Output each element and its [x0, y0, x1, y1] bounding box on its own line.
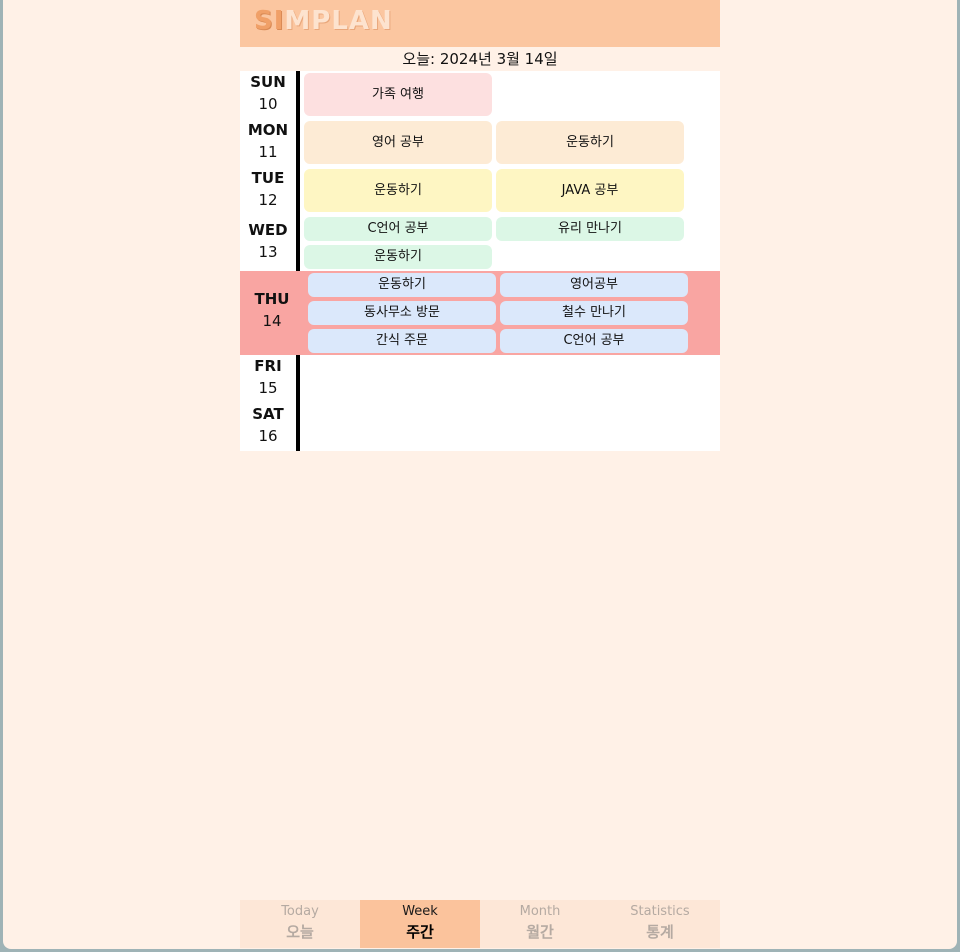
event-item[interactable]: 운동하기 — [308, 273, 496, 297]
day-events: 가족 여행 — [300, 71, 720, 119]
day-number: 11 — [258, 143, 278, 161]
day-label: MON 11 — [240, 119, 300, 167]
bottom-nav: Today 오늘 Week 주간 Month 월간 Statistics 통계 — [240, 900, 720, 948]
day-name: SAT — [252, 405, 284, 423]
nav-label-en: Today — [281, 904, 319, 919]
nav-month-tab[interactable]: Month 월간 — [480, 900, 600, 948]
nav-label-ko: 통계 — [646, 923, 674, 941]
today-date: 오늘: 2024년 3월 14일 — [402, 50, 558, 68]
nav-statistics-tab[interactable]: Statistics 통계 — [600, 900, 720, 948]
nav-week-tab[interactable]: Week 주간 — [360, 900, 480, 948]
day-label: THU 14 — [240, 271, 304, 355]
planner-app: SIMPLAN 오늘: 2024년 3월 14일 SUN 10 가족 여행 MO… — [240, 0, 720, 949]
event-item[interactable]: 영어 공부 — [304, 121, 492, 164]
app-logo: SIMPLAN — [254, 6, 393, 36]
day-label: SAT 16 — [240, 403, 300, 451]
day-row: WED 13 C언어 공부 유리 만나기 운동하기 — [240, 215, 720, 271]
event-item[interactable]: 동사무소 방문 — [308, 301, 496, 325]
app-header: SIMPLAN — [240, 0, 720, 47]
day-name: FRI — [254, 357, 282, 375]
day-name: WED — [248, 221, 288, 239]
nav-label-en: Month — [519, 904, 561, 919]
day-name: TUE — [251, 169, 285, 187]
day-events: 운동하기 영어공부 동사무소 방문 철수 만나기 간식 주문 C언어 공부 — [304, 271, 720, 355]
day-events: 영어 공부 운동하기 — [300, 119, 720, 167]
day-number: 16 — [258, 427, 278, 445]
event-item[interactable]: 운동하기 — [496, 121, 684, 164]
day-number: 12 — [258, 191, 278, 209]
event-item[interactable]: 운동하기 — [304, 169, 492, 212]
day-events: 운동하기 JAVA 공부 — [300, 167, 720, 215]
nav-label-en: Week — [402, 904, 438, 919]
event-item[interactable]: 영어공부 — [500, 273, 688, 297]
day-name: SUN — [250, 73, 286, 91]
day-label: SUN 10 — [240, 71, 300, 119]
day-events — [300, 355, 720, 403]
day-number: 15 — [258, 379, 278, 397]
event-item[interactable]: C언어 공부 — [500, 329, 688, 353]
week-view: SUN 10 가족 여행 MON 11 영어 공부 운동하기 TUE 12 운동… — [240, 71, 720, 451]
day-row: TUE 12 운동하기 JAVA 공부 — [240, 167, 720, 215]
event-item[interactable]: 운동하기 — [304, 245, 492, 269]
day-label: TUE 12 — [240, 167, 300, 215]
day-label: FRI 15 — [240, 355, 300, 403]
nav-label-ko: 주간 — [406, 923, 434, 941]
day-number: 14 — [262, 312, 282, 330]
day-row: MON 11 영어 공부 운동하기 — [240, 119, 720, 167]
event-item[interactable]: 철수 만나기 — [500, 301, 688, 325]
event-item[interactable]: JAVA 공부 — [496, 169, 684, 212]
day-row-today: THU 14 운동하기 영어공부 동사무소 방문 철수 만나기 간식 주문 C언… — [240, 271, 720, 355]
event-item[interactable]: 가족 여행 — [304, 73, 492, 116]
day-events: C언어 공부 유리 만나기 운동하기 — [300, 215, 720, 271]
day-number: 13 — [258, 243, 278, 261]
event-item[interactable]: 유리 만나기 — [496, 217, 684, 241]
day-events — [300, 403, 720, 451]
app-window: SIMPLAN 오늘: 2024년 3월 14일 SUN 10 가족 여행 MO… — [3, 0, 957, 949]
event-item[interactable]: C언어 공부 — [304, 217, 492, 241]
day-row: SAT 16 — [240, 403, 720, 451]
nav-label-ko: 오늘 — [286, 923, 314, 941]
day-row: SUN 10 가족 여행 — [240, 71, 720, 119]
nav-today-tab[interactable]: Today 오늘 — [240, 900, 360, 948]
event-item[interactable]: 간식 주문 — [308, 329, 496, 353]
day-number: 10 — [258, 95, 278, 113]
day-name: THU — [254, 290, 290, 308]
day-label: WED 13 — [240, 215, 300, 271]
day-name: MON — [247, 121, 289, 139]
nav-label-en: Statistics — [630, 904, 690, 919]
nav-label-ko: 월간 — [526, 923, 554, 941]
day-row: FRI 15 — [240, 355, 720, 403]
